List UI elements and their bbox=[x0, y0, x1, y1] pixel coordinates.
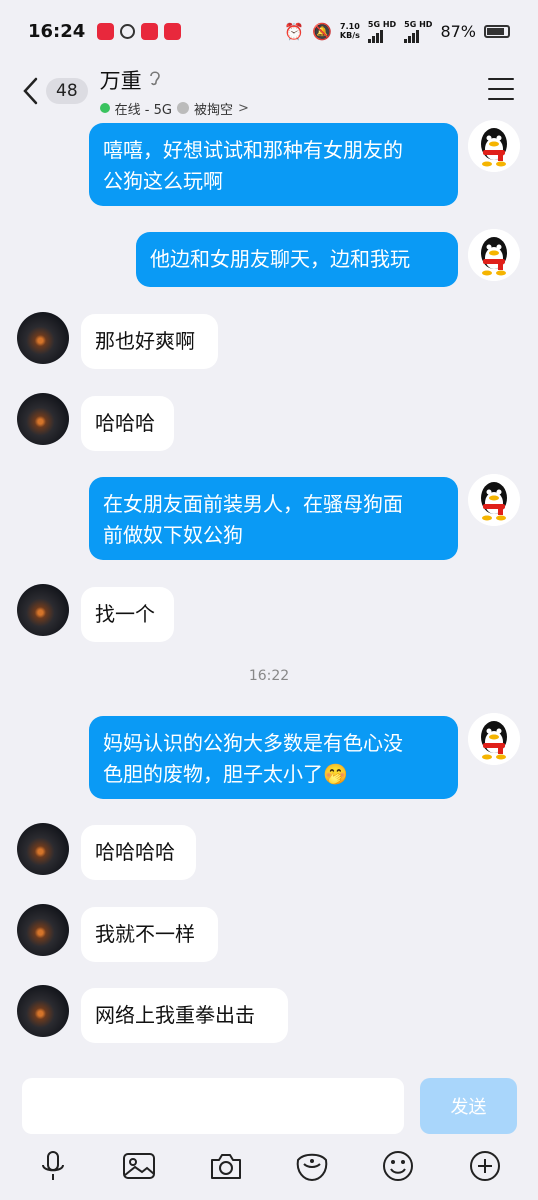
microphone-icon[interactable] bbox=[33, 1146, 73, 1186]
emoji-icon[interactable] bbox=[378, 1146, 418, 1186]
image-icon[interactable] bbox=[119, 1146, 159, 1186]
mute-icon: 🔕 bbox=[312, 21, 332, 41]
hamburger-icon bbox=[488, 78, 514, 80]
app-notification-icon bbox=[141, 22, 159, 40]
contact-avatar[interactable] bbox=[17, 985, 69, 1037]
penguin-avatar-icon bbox=[468, 474, 520, 526]
status-bar: 16:24 ⏰ 🔕 7.10 KB/s 5G HD 5G HD 87% bbox=[0, 0, 538, 62]
send-button[interactable]: 发送 bbox=[420, 1078, 517, 1134]
poke-avatar-icon bbox=[176, 102, 189, 114]
contact-info[interactable]: 万重 在线 - 5G 被掏空 > bbox=[99, 65, 249, 118]
camera-icon[interactable] bbox=[206, 1146, 246, 1186]
contact-name: 万重 bbox=[99, 68, 142, 93]
message-bubble-outgoing[interactable]: 他边和女朋友聊天，边和我玩 bbox=[136, 232, 458, 287]
message-bubble-incoming[interactable]: 哈哈哈哈 bbox=[81, 825, 196, 880]
contact-avatar[interactable] bbox=[17, 904, 69, 956]
my-avatar[interactable] bbox=[468, 713, 520, 765]
message-bubble-incoming[interactable]: 哈哈哈 bbox=[81, 396, 174, 451]
penguin-avatar-icon bbox=[468, 229, 520, 281]
penguin-avatar-icon bbox=[468, 120, 520, 172]
composer-toolbar bbox=[0, 1146, 538, 1186]
chevron-left-icon bbox=[23, 77, 38, 105]
plus-icon[interactable] bbox=[465, 1146, 505, 1186]
sim1-signal: 5G HD bbox=[367, 20, 396, 43]
app-notification-icon bbox=[164, 22, 182, 40]
contact-avatar[interactable] bbox=[17, 584, 69, 636]
message-bubble-incoming[interactable]: 我就不一样 bbox=[81, 907, 218, 962]
message-input[interactable] bbox=[22, 1078, 404, 1134]
alarm-icon: ⏰ bbox=[284, 21, 304, 41]
ear-icon bbox=[148, 69, 162, 91]
contact-status: 在线 - 5G 被掏空 > bbox=[99, 99, 249, 118]
status-time: 16:24 bbox=[28, 20, 86, 42]
back-button[interactable] bbox=[10, 66, 50, 116]
message-bubble-incoming[interactable]: 找一个 bbox=[81, 587, 174, 642]
signal-icon bbox=[404, 29, 432, 43]
red-packet-icon[interactable] bbox=[292, 1146, 332, 1186]
message-bubble-incoming[interactable]: 那也好爽啊 bbox=[81, 314, 218, 369]
poke-status-text: 被掏空 bbox=[193, 102, 233, 118]
battery-percent: 87% bbox=[440, 21, 476, 41]
contact-avatar[interactable] bbox=[17, 393, 69, 445]
net-speed: 7.10 KB/s bbox=[339, 22, 360, 40]
contact-avatar[interactable] bbox=[17, 312, 69, 364]
unread-count-badge[interactable]: 48 bbox=[46, 78, 88, 104]
menu-button[interactable] bbox=[488, 78, 514, 100]
message-composer: 发送 bbox=[0, 1066, 538, 1200]
sim2-signal: 5G HD bbox=[404, 20, 432, 43]
message-bubble-outgoing[interactable]: 嘻嘻，好想试试和那种有女朋友的 公狗这么玩啊 bbox=[89, 123, 458, 206]
app-notification-icon bbox=[97, 22, 115, 40]
contact-avatar[interactable] bbox=[17, 823, 69, 875]
notification-icons bbox=[97, 22, 182, 40]
signal-icon bbox=[367, 29, 396, 43]
my-avatar[interactable] bbox=[468, 120, 520, 172]
battery-icon bbox=[484, 24, 510, 38]
status-right: ⏰ 🔕 7.10 KB/s 5G HD 5G HD 87% bbox=[284, 20, 510, 43]
penguin-avatar-icon bbox=[468, 713, 520, 765]
my-avatar[interactable] bbox=[468, 229, 520, 281]
message-bubble-outgoing[interactable]: 妈妈认识的公狗大多数是有色心没 色胆的废物，胆子太小了🤭 bbox=[89, 716, 458, 799]
chat-header: 48 万重 在线 - 5G 被掏空 > bbox=[0, 62, 538, 120]
online-status-icon bbox=[99, 103, 110, 113]
message-bubble-incoming[interactable]: 网络上我重拳出击 bbox=[81, 988, 288, 1043]
my-avatar[interactable] bbox=[468, 474, 520, 526]
hotspot-icon bbox=[120, 23, 136, 39]
chevron-right-icon: > bbox=[237, 100, 249, 116]
chat-timestamp: 16:22 bbox=[248, 668, 290, 684]
online-status-text: 在线 - 5G bbox=[114, 102, 172, 118]
message-bubble-outgoing[interactable]: 在女朋友面前装男人，在骚母狗面 前做奴下奴公狗 bbox=[89, 477, 458, 560]
